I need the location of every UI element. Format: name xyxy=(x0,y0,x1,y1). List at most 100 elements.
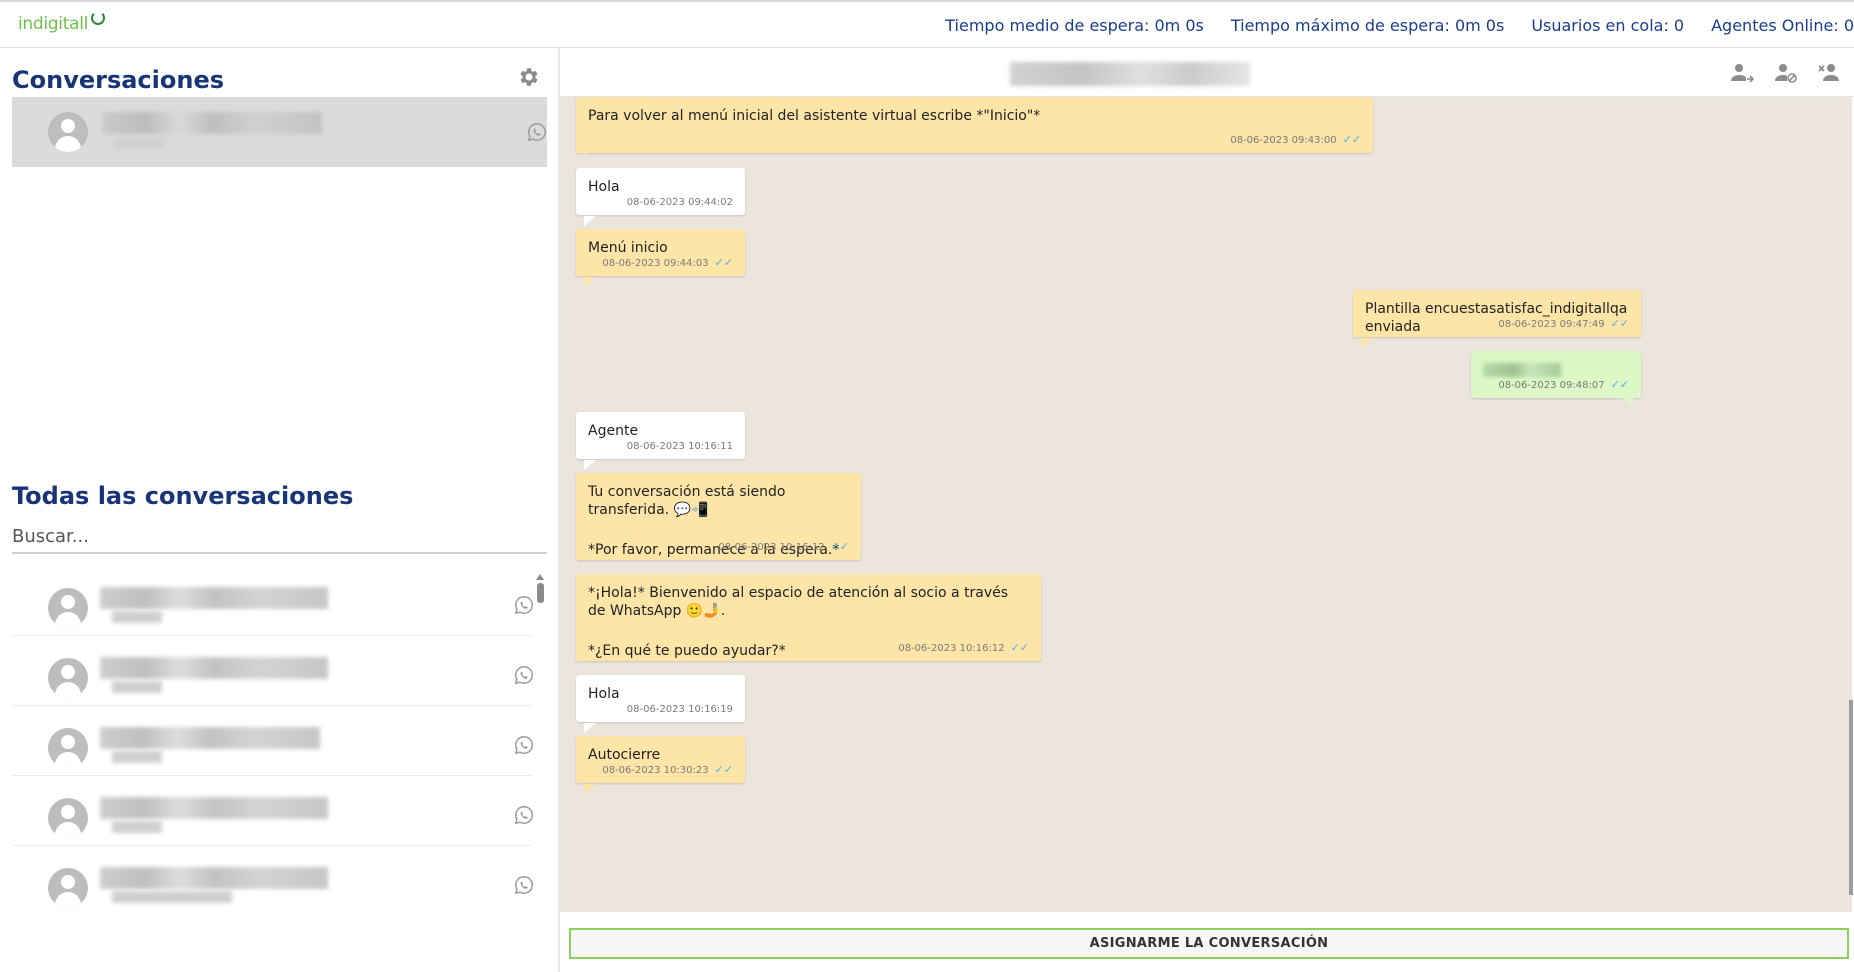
queue-users-stat: Usuarios en cola: 0 xyxy=(1531,16,1685,35)
message-bubble: Autocierre 08-06-2023 10:30:23 ✓✓ xyxy=(576,736,745,794)
message-text: Tu conversación está siendo transferida.… xyxy=(588,484,786,518)
message-text: *¡Hola!* Bienvenido al espacio de atenci… xyxy=(588,585,1009,619)
scroll-up-arrow-icon[interactable] xyxy=(535,570,545,582)
chat-messages: Para volver al menú inicial del asistent… xyxy=(560,97,1852,912)
message-time: 08-06-2023 10:16:12 ✓✓ xyxy=(718,540,849,553)
timestamp: 08-06-2023 10:16:12 xyxy=(898,643,1005,654)
chat-header xyxy=(560,48,1854,97)
message-text: Para volver al menú inicial del asistent… xyxy=(588,108,1041,124)
whatsapp-icon xyxy=(514,666,533,685)
timestamp: 08-06-2023 10:16:11 xyxy=(626,441,733,452)
message-bubble: Para volver al menú inicial del asistent… xyxy=(576,97,1373,155)
max-wait-stat: Tiempo máximo de espera: 0m 0s xyxy=(1230,16,1505,35)
refresh-arrow-icon xyxy=(91,11,106,25)
remove-user-icon[interactable] xyxy=(1818,62,1842,84)
timestamp: 08-06-2023 10:16:19 xyxy=(626,704,733,715)
read-ticks-icon: ✓✓ xyxy=(1342,133,1361,146)
assign-user-icon[interactable] xyxy=(1730,62,1754,84)
avg-wait-stat: Tiempo medio de espera: 0m 0s xyxy=(945,16,1204,35)
message-bubble: Plantilla encuestasatisfac_indigitallqa … xyxy=(1353,290,1641,348)
message-text: Menú inicio xyxy=(588,240,668,256)
message-bubble: 08-06-2023 09:48:07 ✓✓ xyxy=(1471,351,1641,407)
queue-stats: Tiempo medio de espera: 0m 0s Tiempo máxi… xyxy=(918,16,1854,35)
message-text: Agente xyxy=(588,423,639,439)
contact-name-redacted xyxy=(100,587,328,609)
avatar xyxy=(48,798,88,838)
contact-name-redacted xyxy=(102,112,322,134)
message-bubble: Tu conversación está siendo transferida.… xyxy=(576,473,861,560)
message-text: Hola xyxy=(588,686,620,702)
read-ticks-icon: ✓✓ xyxy=(714,763,733,776)
list-item[interactable] xyxy=(12,705,533,776)
top-bar: indigitall Tiempo medio de espera: 0m 0s… xyxy=(0,0,1854,48)
contact-detail-redacted xyxy=(114,137,164,149)
active-conversation[interactable] xyxy=(12,97,547,167)
read-ticks-icon: ✓✓ xyxy=(1610,317,1629,330)
contact-name-redacted xyxy=(100,657,328,679)
whatsapp-icon xyxy=(514,736,533,755)
list-item[interactable] xyxy=(12,775,533,846)
conversations-title: Conversaciones xyxy=(12,66,225,94)
timestamp: 08-06-2023 10:30:23 xyxy=(602,765,709,776)
avatar xyxy=(48,728,88,768)
list-scrollbar[interactable] xyxy=(537,583,544,603)
message-bubble: *¡Hola!* Bienvenido al espacio de atenci… xyxy=(576,574,1041,661)
read-ticks-icon: ✓✓ xyxy=(1010,641,1029,654)
timestamp: 08-06-2023 10:16:12 xyxy=(718,542,825,553)
message-text: Autocierre xyxy=(588,747,661,763)
whatsapp-icon xyxy=(514,876,533,895)
contact-detail-redacted xyxy=(112,681,162,693)
message-bubble: Hola 08-06-2023 10:16:19 xyxy=(576,675,745,733)
list-item[interactable] xyxy=(12,845,533,915)
read-ticks-icon: ✓✓ xyxy=(830,540,849,553)
message-bubble: Hola 08-06-2023 09:44:02 xyxy=(576,168,745,226)
contact-detail-redacted xyxy=(112,891,232,903)
message-time: 08-06-2023 09:44:03 ✓✓ xyxy=(602,256,733,269)
avatar xyxy=(48,658,88,698)
timestamp: 08-06-2023 09:48:07 xyxy=(1498,380,1605,391)
contact-detail-redacted xyxy=(112,821,162,833)
message-time: 08-06-2023 09:47:49 ✓✓ xyxy=(1498,317,1629,330)
message-time: 08-06-2023 10:30:23 ✓✓ xyxy=(602,763,733,776)
avatar xyxy=(48,588,88,628)
search-input[interactable] xyxy=(12,520,547,554)
block-user-icon[interactable] xyxy=(1774,62,1798,84)
message-time: 08-06-2023 09:43:00 ✓✓ xyxy=(1230,133,1361,146)
message-time: 08-06-2023 10:16:12 ✓✓ xyxy=(898,641,1029,654)
message-time: 08-06-2023 09:48:07 ✓✓ xyxy=(1498,378,1629,391)
whatsapp-icon xyxy=(514,596,533,615)
contact-name-redacted xyxy=(100,727,320,749)
conversation-list xyxy=(12,565,547,915)
read-ticks-icon: ✓✓ xyxy=(714,256,733,269)
online-agents-stat: Agentes Online: 0 xyxy=(1711,16,1854,35)
contact-name-redacted xyxy=(100,867,328,889)
message-bubble: Agente 08-06-2023 10:16:11 xyxy=(576,412,745,470)
message-time: 08-06-2023 09:44:02 xyxy=(627,197,733,208)
avatar xyxy=(48,868,88,908)
message-time: 08-06-2023 10:16:11 xyxy=(627,441,733,452)
avatar xyxy=(48,112,88,152)
message-text: Hola xyxy=(588,179,620,195)
list-item[interactable] xyxy=(12,635,533,706)
all-conversations-title: Todas las conversaciones xyxy=(12,482,354,510)
chat-scrollbar[interactable] xyxy=(1849,700,1853,895)
message-time: 08-06-2023 10:16:19 xyxy=(627,704,733,715)
timestamp: 08-06-2023 09:44:03 xyxy=(602,258,709,269)
contact-detail-redacted xyxy=(112,751,162,763)
contact-detail-redacted xyxy=(112,611,162,623)
contact-name-redacted xyxy=(100,797,328,819)
timestamp: 08-06-2023 09:44:02 xyxy=(626,197,733,208)
timestamp: 08-06-2023 09:43:00 xyxy=(1230,135,1337,146)
whatsapp-icon xyxy=(514,806,533,825)
list-item[interactable] xyxy=(12,565,533,636)
logo-text: indigitall xyxy=(18,14,89,34)
assign-conversation-button[interactable]: ASIGNARME LA CONVERSACIÓN xyxy=(569,928,1849,959)
read-ticks-icon: ✓✓ xyxy=(1610,378,1629,391)
contact-name-redacted xyxy=(1010,62,1250,86)
timestamp: 08-06-2023 09:47:49 xyxy=(1498,319,1605,330)
whatsapp-icon xyxy=(527,123,546,142)
message-bubble: Menú inicio 08-06-2023 09:44:03 ✓✓ xyxy=(576,229,745,287)
gear-icon[interactable] xyxy=(517,65,541,89)
message-text-redacted xyxy=(1483,361,1629,379)
logo: indigitall xyxy=(18,11,106,34)
